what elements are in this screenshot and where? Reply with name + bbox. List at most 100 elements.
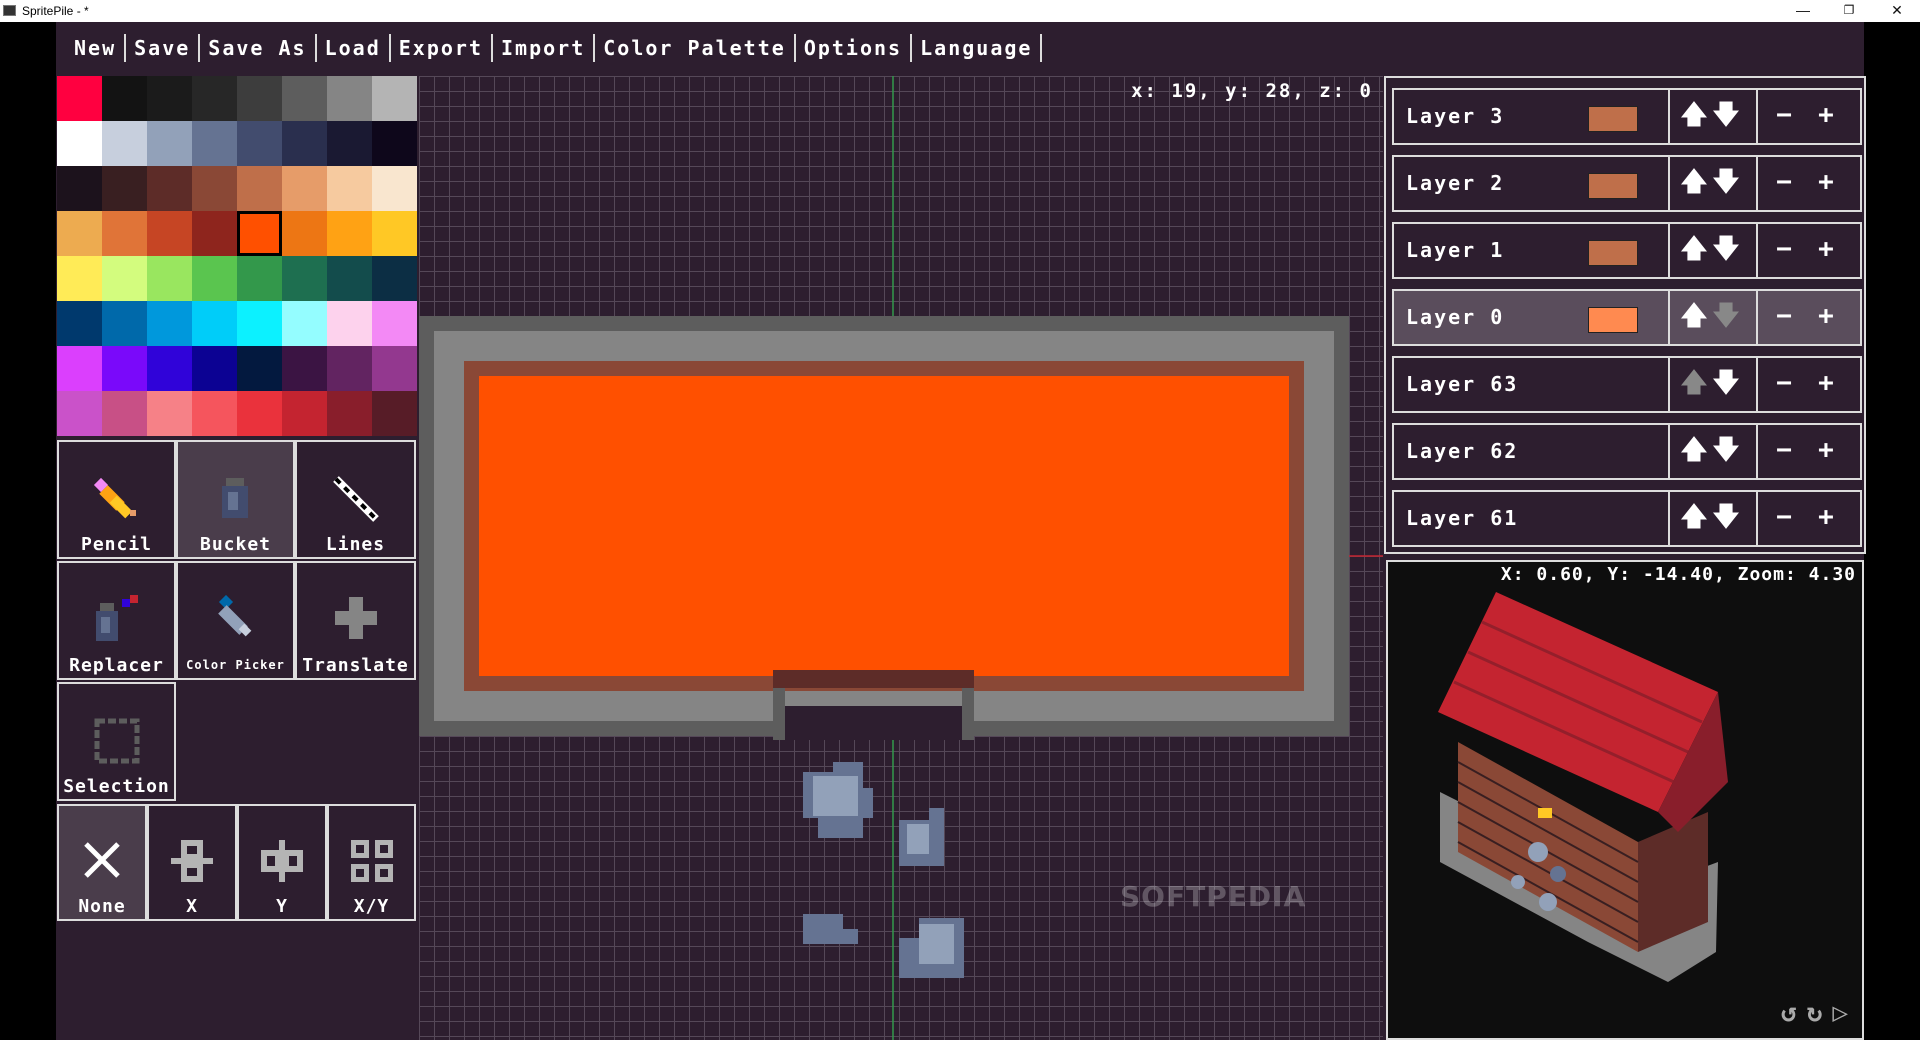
pencil-tool-button[interactable]: Pencil xyxy=(57,440,176,559)
palette-swatch[interactable] xyxy=(147,121,192,166)
palette-swatch[interactable] xyxy=(372,256,417,301)
palette-swatch[interactable] xyxy=(372,301,417,346)
palette-swatch[interactable] xyxy=(372,121,417,166)
palette-swatch[interactable] xyxy=(102,301,147,346)
palette-swatch[interactable] xyxy=(57,391,102,436)
replacer-tool-button[interactable]: Replacer xyxy=(57,561,176,680)
mirror-x-button[interactable]: X xyxy=(147,804,237,921)
menu-save[interactable]: Save xyxy=(126,34,201,62)
palette-swatch[interactable] xyxy=(282,301,327,346)
layer-row[interactable]: Layer 1 🡅 🡇 − + xyxy=(1392,222,1862,279)
mirror-y-button[interactable]: Y xyxy=(237,804,327,921)
palette-swatch[interactable] xyxy=(282,346,327,391)
palette-swatch[interactable] xyxy=(57,121,102,166)
palette-swatch[interactable] xyxy=(237,121,282,166)
palette-swatch[interactable] xyxy=(192,166,237,211)
palette-swatch[interactable] xyxy=(192,76,237,121)
menu-load[interactable]: Load xyxy=(317,34,391,62)
palette-swatch[interactable] xyxy=(372,166,417,211)
palette-swatch[interactable] xyxy=(57,211,102,256)
menu-color-palette[interactable]: Color Palette xyxy=(595,34,796,62)
palette-swatch[interactable] xyxy=(327,256,372,301)
menu-language[interactable]: Language xyxy=(912,34,1043,62)
palette-swatch[interactable] xyxy=(327,391,372,436)
color-picker-tool-button[interactable]: Color Picker xyxy=(176,561,295,680)
remove-layer-icon[interactable]: − xyxy=(1770,99,1798,131)
move-layer-up-icon[interactable]: 🡅 xyxy=(1680,434,1708,466)
palette-swatch[interactable] xyxy=(192,346,237,391)
palette-swatch[interactable] xyxy=(237,256,282,301)
layer-row[interactable]: Layer 61 🡅 🡇 − + xyxy=(1392,490,1862,547)
restore-button[interactable]: ❐ xyxy=(1826,0,1872,22)
palette-swatch[interactable] xyxy=(57,166,102,211)
palette-swatch[interactable] xyxy=(327,166,372,211)
palette-swatch[interactable] xyxy=(372,211,417,256)
palette-swatch[interactable] xyxy=(57,301,102,346)
palette-swatch[interactable] xyxy=(102,391,147,436)
palette-swatch[interactable] xyxy=(192,301,237,346)
minimize-button[interactable]: — xyxy=(1780,0,1826,22)
palette-swatch[interactable] xyxy=(147,256,192,301)
remove-layer-icon[interactable]: − xyxy=(1770,166,1798,198)
palette-swatch[interactable] xyxy=(102,256,147,301)
play-icon[interactable]: ▷ xyxy=(1832,998,1848,1028)
palette-swatch[interactable] xyxy=(147,301,192,346)
palette-swatch[interactable] xyxy=(57,256,102,301)
lines-tool-button[interactable]: Lines xyxy=(295,440,416,559)
palette-swatch[interactable] xyxy=(102,76,147,121)
palette-swatch[interactable] xyxy=(282,121,327,166)
move-layer-down-icon[interactable]: 🡇 xyxy=(1712,434,1740,466)
layer-row[interactable]: Layer 63 🡅 🡇 − + xyxy=(1392,356,1862,413)
remove-layer-icon[interactable]: − xyxy=(1770,300,1798,332)
layer-row[interactable]: Layer 3 🡅 🡇 − + xyxy=(1392,88,1862,145)
close-button[interactable]: ✕ xyxy=(1874,0,1920,22)
move-layer-up-icon[interactable]: 🡅 xyxy=(1680,501,1708,533)
palette-swatch[interactable] xyxy=(237,211,282,256)
move-layer-down-icon[interactable]: 🡇 xyxy=(1712,300,1740,332)
menu-options[interactable]: Options xyxy=(796,34,913,62)
palette-swatch[interactable] xyxy=(147,211,192,256)
move-layer-down-icon[interactable]: 🡇 xyxy=(1712,233,1740,265)
rotate-right-icon[interactable]: ↻ xyxy=(1807,998,1823,1028)
layer-row[interactable]: Layer 62 🡅 🡇 − + xyxy=(1392,423,1862,480)
palette-swatch[interactable] xyxy=(192,121,237,166)
palette-swatch[interactable] xyxy=(192,391,237,436)
layer-row[interactable]: Layer 0 🡅 🡇 − + xyxy=(1392,289,1862,346)
palette-swatch[interactable] xyxy=(282,391,327,436)
move-layer-down-icon[interactable]: 🡇 xyxy=(1712,501,1740,533)
selection-tool-button[interactable]: Selection xyxy=(57,682,176,801)
remove-layer-icon[interactable]: − xyxy=(1770,367,1798,399)
palette-swatch[interactable] xyxy=(57,346,102,391)
palette-swatch[interactable] xyxy=(327,76,372,121)
palette-swatch[interactable] xyxy=(327,121,372,166)
palette-swatch[interactable] xyxy=(282,166,327,211)
palette-swatch[interactable] xyxy=(237,346,282,391)
palette-swatch[interactable] xyxy=(237,76,282,121)
move-layer-down-icon[interactable]: 🡇 xyxy=(1712,166,1740,198)
remove-layer-icon[interactable]: − xyxy=(1770,233,1798,265)
palette-swatch[interactable] xyxy=(327,301,372,346)
palette-swatch[interactable] xyxy=(282,76,327,121)
move-layer-up-icon[interactable]: 🡅 xyxy=(1680,367,1708,399)
palette-swatch[interactable] xyxy=(192,211,237,256)
palette-swatch[interactable] xyxy=(327,211,372,256)
palette-swatch[interactable] xyxy=(372,346,417,391)
move-layer-down-icon[interactable]: 🡇 xyxy=(1712,367,1740,399)
palette-swatch[interactable] xyxy=(102,346,147,391)
add-layer-icon[interactable]: + xyxy=(1812,233,1840,265)
palette-swatch[interactable] xyxy=(372,76,417,121)
menu-import[interactable]: Import xyxy=(493,34,596,62)
add-layer-icon[interactable]: + xyxy=(1812,166,1840,198)
palette-swatch[interactable] xyxy=(147,391,192,436)
add-layer-icon[interactable]: + xyxy=(1812,501,1840,533)
3d-preview[interactable]: X: 0.60, Y: -14.40, Zoom: 4.30 ↺ ↻ ▷ xyxy=(1386,560,1864,1040)
translate-tool-button[interactable]: Translate xyxy=(295,561,416,680)
palette-swatch[interactable] xyxy=(147,76,192,121)
add-layer-icon[interactable]: + xyxy=(1812,99,1840,131)
add-layer-icon[interactable]: + xyxy=(1812,367,1840,399)
rotate-left-icon[interactable]: ↺ xyxy=(1781,998,1797,1028)
add-layer-icon[interactable]: + xyxy=(1812,434,1840,466)
layer-row[interactable]: Layer 2 🡅 🡇 − + xyxy=(1392,155,1862,212)
mirror-none-button[interactable]: None xyxy=(57,804,147,921)
palette-swatch[interactable] xyxy=(147,166,192,211)
